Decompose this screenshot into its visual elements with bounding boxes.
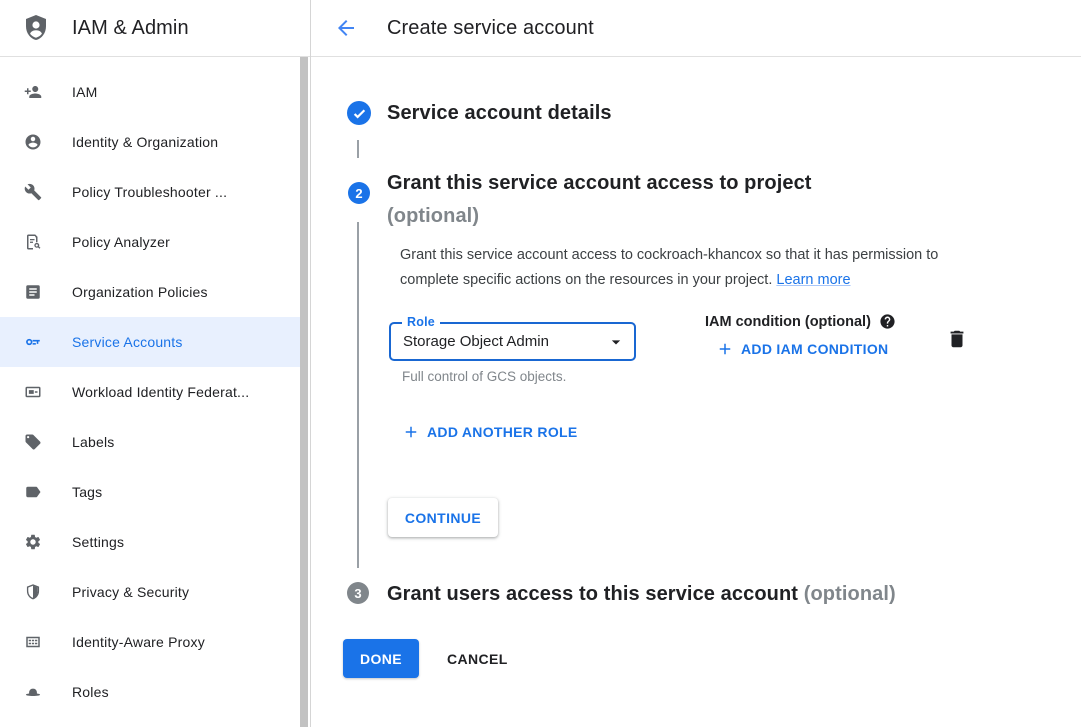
sidebar-item-label: IAM [72,84,98,100]
step2-title-text: Grant this service account access to pro… [387,167,812,200]
role-selected-value: Storage Object Admin [403,324,549,359]
sidebar-scrollbar[interactable] [300,57,308,727]
sidebar-divider [310,0,311,727]
back-button[interactable] [333,15,359,41]
step2-title: Grant this service account access to pro… [387,167,812,233]
iam-condition-label: IAM condition (optional) [705,313,896,330]
step-connector [357,222,359,568]
dropdown-caret-icon [606,332,626,352]
sidebar-item-label: Identity & Organization [72,134,218,150]
sidebar-item-label: Organization Policies [72,284,208,300]
sidebar-item-label: Policy Analyzer [72,234,170,250]
wrench-icon [24,183,42,201]
plus-icon [716,340,734,358]
cancel-button[interactable]: CANCEL [437,639,518,678]
gear-icon [24,533,42,551]
step2-description-text: Grant this service account access to coc… [400,247,938,288]
iam-shield-icon [20,12,52,44]
step3-title[interactable]: Grant users access to this service accou… [387,580,896,608]
iam-condition-label-text: IAM condition (optional) [705,314,871,330]
product-name: IAM & Admin [72,17,189,40]
role-helper-text: Full control of GCS objects. [402,369,566,384]
sidebar-item-label: Settings [72,534,124,550]
plus-icon [402,423,420,441]
arrow-back-icon [334,16,358,40]
create-service-account-page: IAM & Admin Create service account IAM Id… [0,0,1081,727]
sidebar-item-iam[interactable]: IAM [0,67,300,117]
role-select[interactable]: Role Storage Object Admin [389,322,636,361]
person-add-icon [24,83,42,101]
step2-number: 2 [355,186,362,201]
step-connector [357,140,359,158]
step3-number: 3 [354,586,361,601]
app-header: IAM & Admin Create service account [0,0,1081,57]
help-icon[interactable] [879,313,896,330]
sidebar-item-service-accounts[interactable]: Service Accounts [0,317,300,367]
sidebar-nav: IAM Identity & Organization Policy Trouble… [0,57,300,727]
hat-icon [24,683,42,701]
sidebar-item-label: Identity-Aware Proxy [72,634,205,650]
service-account-key-icon [24,333,42,351]
shield-half-icon [24,583,42,601]
continue-button[interactable]: CONTINUE [388,498,498,537]
sidebar-item-settings[interactable]: Settings [0,517,300,567]
sidebar-item-labels[interactable]: Labels [0,417,300,467]
sidebar-item-tags[interactable]: Tags [0,467,300,517]
sidebar-item-label: Labels [72,434,114,450]
add-iam-condition-label: ADD IAM CONDITION [741,341,888,357]
sidebar-item-label: Workload Identity Federat... [72,384,249,400]
sidebar-item-identity-organization[interactable]: Identity & Organization [0,117,300,167]
account-circle-icon [24,133,42,151]
sidebar-item-label: Service Accounts [72,334,183,350]
page-title: Create service account [387,0,594,56]
sidebar-item-label: Tags [72,484,102,500]
check-icon [352,106,367,121]
label-tag-icon [24,433,42,451]
step1-title[interactable]: Service account details [387,99,612,127]
proxy-grid-icon [24,633,42,651]
identity-card-icon [24,383,42,401]
done-button[interactable]: DONE [343,639,419,678]
sidebar-item-privacy-security[interactable]: Privacy & Security [0,567,300,617]
step2-number-badge: 2 [348,182,370,204]
add-another-role-label: ADD ANOTHER ROLE [427,424,578,440]
tag-arrow-icon [24,483,42,501]
sidebar-item-policy-analyzer[interactable]: Policy Analyzer [0,217,300,267]
step3-optional-text: (optional) [804,583,896,605]
sidebar-item-identity-aware-proxy[interactable]: Identity-Aware Proxy [0,617,300,667]
sidebar-item-roles[interactable]: Roles [0,667,300,717]
sidebar-item-label: Policy Troubleshooter ... [72,184,227,200]
step1-completed-badge [347,101,371,125]
add-another-role-button[interactable]: ADD ANOTHER ROLE [402,423,578,441]
sidebar-item-policy-troubleshooter[interactable]: Policy Troubleshooter ... [0,167,300,217]
sidebar-item-label: Privacy & Security [72,584,189,600]
step2-optional-label: (optional) [387,200,812,233]
learn-more-link[interactable]: Learn more [776,272,850,288]
sidebar-item-workload-identity-federat[interactable]: Workload Identity Federat... [0,367,300,417]
document-lines-icon [24,283,42,301]
sidebar-item-organization-policies[interactable]: Organization Policies [0,267,300,317]
step3-title-text: Grant users access to this service accou… [387,583,798,605]
step2-description: Grant this service account access to coc… [400,243,994,293]
policy-analyzer-icon [24,233,42,251]
step3-number-badge: 3 [347,582,369,604]
delete-role-button[interactable] [946,328,968,350]
product-header: IAM & Admin [0,0,311,56]
sidebar-item-label: Roles [72,684,109,700]
add-iam-condition-button[interactable]: ADD IAM CONDITION [716,340,888,358]
